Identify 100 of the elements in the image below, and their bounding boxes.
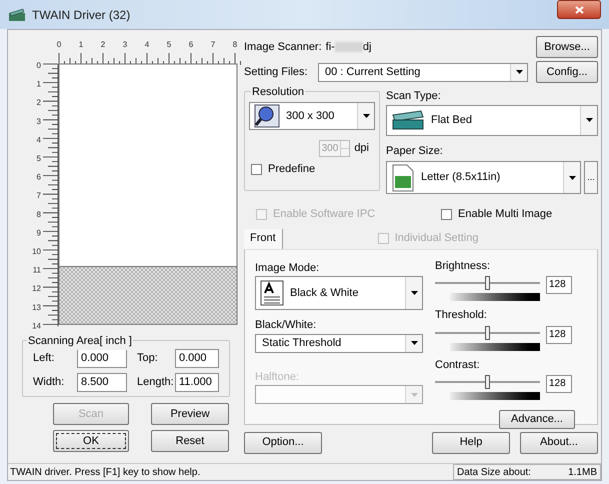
- ruler-label: 4: [36, 135, 41, 144]
- field-label: Width:: [33, 375, 66, 390]
- dropdown-arrow-icon: [410, 341, 418, 345]
- threshold-mode-label: Black/White:: [255, 318, 318, 333]
- input-field[interactable]: 0.000: [77, 349, 127, 368]
- ruler-label: 2: [36, 98, 41, 108]
- dropdown-field[interactable]: Letter (8.5x11in): [386, 161, 581, 194]
- ruler-label: 8: [232, 40, 238, 49]
- browse-button[interactable]: Browse...: [536, 36, 598, 58]
- ruler-label: 8: [36, 210, 41, 219]
- slider-thumb[interactable]: [484, 276, 490, 290]
- dropdown-field[interactable]: 300 x 300: [249, 102, 375, 130]
- model-suffix: dj: [362, 40, 372, 55]
- flatbed-scanner-icon: [391, 109, 425, 131]
- slider-thumb[interactable]: [484, 375, 490, 389]
- checkbox[interactable]: [441, 208, 452, 220]
- close-button[interactable]: [557, 0, 601, 19]
- dropdown-value: Black & White: [289, 286, 360, 301]
- ruler-label: 6: [36, 172, 41, 182]
- slider-label: Contrast:: [435, 358, 481, 372]
- more-button[interactable]: ...: [584, 161, 598, 194]
- ruler-label: 4: [144, 40, 150, 49]
- ruler-label: 3: [36, 116, 41, 126]
- value-field[interactable]: 128: [546, 276, 572, 294]
- dpi-unit: dpi: [354, 141, 369, 156]
- ruler-label: 12: [32, 284, 41, 294]
- dropdown-field[interactable]: Black & White: [255, 276, 423, 310]
- scan-type-label: Scan Type:: [386, 89, 442, 104]
- slider-track[interactable]: [435, 276, 540, 290]
- model-prefix: fi-: [326, 40, 335, 55]
- dropdown-value: Letter (8.5x11in): [420, 170, 502, 186]
- data-size-label: Data Size about:: [457, 466, 531, 480]
- paper-size-label: Paper Size:: [386, 144, 444, 158]
- dropdown-field[interactable]: Static Threshold: [255, 334, 423, 352]
- ruler-label: 5: [36, 154, 41, 163]
- slider-label: Brightness:: [435, 258, 492, 274]
- dialog-button[interactable]: Reset: [151, 430, 229, 452]
- ruler-label: 7: [210, 40, 216, 49]
- halftone-label: Halftone:: [255, 370, 300, 384]
- dialog-button[interactable]: OK: [53, 430, 129, 452]
- slider-thumb[interactable]: [484, 326, 490, 340]
- tab[interactable]: Front: [244, 228, 283, 248]
- magnifier-page-icon: [254, 104, 280, 128]
- data-size-value: 1.1MB: [568, 466, 597, 480]
- scanner-label: Image Scanner:: [244, 40, 322, 55]
- window-title: TWAIN Driver (32): [32, 6, 130, 24]
- scan-preview-area[interactable]: [58, 64, 238, 268]
- redacted-block: [334, 42, 363, 52]
- dropdown-arrow-icon: [516, 70, 522, 74]
- image-mode-label: Image Mode:: [255, 260, 320, 276]
- dropdown-arrow-icon: [568, 176, 576, 180]
- ruler-label: 6: [188, 40, 194, 49]
- dialog-button[interactable]: Option...: [244, 432, 322, 454]
- ruler-label: 1: [78, 40, 84, 49]
- dropdown-field[interactable]: [255, 385, 423, 404]
- ruler-label: 2: [100, 40, 106, 49]
- checkbox-label: Enable Multi Image: [458, 207, 552, 222]
- ruler-label: 10: [32, 247, 41, 256]
- dropdown-arrow-icon: [362, 114, 370, 118]
- slider-label: Threshold:: [435, 308, 488, 323]
- advance-button[interactable]: Advance...: [499, 410, 575, 428]
- dropdown-field[interactable]: Flat Bed: [386, 104, 598, 136]
- dropdown-value: 00 : Current Setting: [324, 64, 422, 80]
- dropdown-field[interactable]: 00 : Current Setting: [318, 62, 528, 82]
- input-field[interactable]: 0.000: [175, 349, 219, 368]
- ruler-label: 5: [166, 40, 172, 49]
- dropdown-arrow-icon: [410, 291, 418, 295]
- ruler-label: 3: [122, 40, 128, 49]
- checkbox[interactable]: [251, 164, 262, 175]
- checkbox-label: Individual Setting: [394, 231, 478, 246]
- field-label: Top:: [136, 351, 159, 366]
- close-icon: [574, 6, 584, 14]
- input-field[interactable]: 11.000: [175, 373, 219, 392]
- text-document-icon: [260, 280, 284, 306]
- checkbox-label: Enable Software IPC: [273, 207, 376, 222]
- field-label: Left:: [33, 351, 56, 366]
- dialog-button[interactable]: About...: [520, 432, 598, 454]
- paper-page-icon: [391, 164, 415, 192]
- scanner-icon: [8, 8, 26, 22]
- field-label: Length:: [136, 375, 173, 390]
- dropdown-arrow-icon: [410, 392, 418, 396]
- ruler-label: 14: [32, 321, 41, 330]
- dialog-button[interactable]: Help: [432, 432, 510, 454]
- dropdown-value: 300 x 300: [285, 108, 336, 124]
- value-field[interactable]: 128: [546, 326, 572, 344]
- setting-files-label: Setting Files:: [244, 64, 309, 80]
- group-title: Scanning Area[ inch ]: [27, 333, 133, 350]
- dropdown-value: Static Threshold: [261, 336, 342, 351]
- dropdown-value: Flat Bed: [430, 112, 473, 128]
- ruler-label: 11: [32, 266, 41, 275]
- value-field[interactable]: 128: [546, 375, 572, 393]
- config-button[interactable]: Config...: [536, 61, 598, 83]
- dialog-button[interactable]: Preview: [151, 403, 229, 425]
- checkbox-label: Predefine: [268, 162, 316, 177]
- ruler-label: 1: [36, 80, 41, 89]
- input-field[interactable]: 8.500: [77, 373, 127, 392]
- status-text: TWAIN driver. Press [F1] key to show help.: [9, 466, 202, 480]
- slider-track[interactable]: [435, 326, 540, 340]
- dropdown-arrow-icon: [586, 118, 592, 122]
- slider-track[interactable]: [435, 375, 540, 389]
